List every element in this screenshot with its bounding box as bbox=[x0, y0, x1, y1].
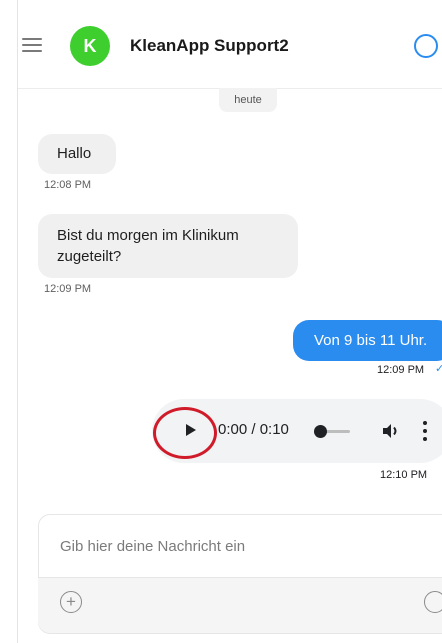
message-time: 12:09 PM bbox=[44, 283, 92, 295]
audio-progress-knob[interactable] bbox=[314, 425, 327, 438]
message-bubble-outgoing: Von 9 bis 11 Uhr. bbox=[293, 320, 442, 361]
play-icon[interactable] bbox=[186, 424, 196, 436]
audio-time: 0:00 / 0:10 bbox=[218, 421, 289, 438]
left-divider bbox=[17, 0, 18, 643]
message-time: 12:09 PM bbox=[377, 364, 425, 376]
read-check-icon: ✓ bbox=[435, 363, 442, 375]
message-bubble-incoming: Bist du morgen im Klinikum zugeteilt? bbox=[38, 214, 298, 278]
more-icon[interactable] bbox=[422, 421, 428, 441]
message-input[interactable] bbox=[38, 514, 442, 578]
contact-name[interactable]: KleanApp Support2 bbox=[130, 36, 289, 56]
message-time: 12:10 PM bbox=[380, 469, 428, 481]
volume-icon[interactable] bbox=[380, 421, 400, 441]
message-time: 12:08 PM bbox=[44, 179, 92, 191]
emoji-icon[interactable] bbox=[424, 591, 442, 613]
composer-toolbar bbox=[38, 577, 442, 633]
add-icon[interactable]: + bbox=[60, 591, 82, 613]
info-icon[interactable] bbox=[414, 34, 438, 58]
date-separator: heute bbox=[219, 88, 277, 112]
menu-icon[interactable] bbox=[22, 38, 42, 52]
message-bubble-incoming: Hallo bbox=[38, 134, 116, 174]
avatar[interactable]: K bbox=[70, 26, 110, 66]
